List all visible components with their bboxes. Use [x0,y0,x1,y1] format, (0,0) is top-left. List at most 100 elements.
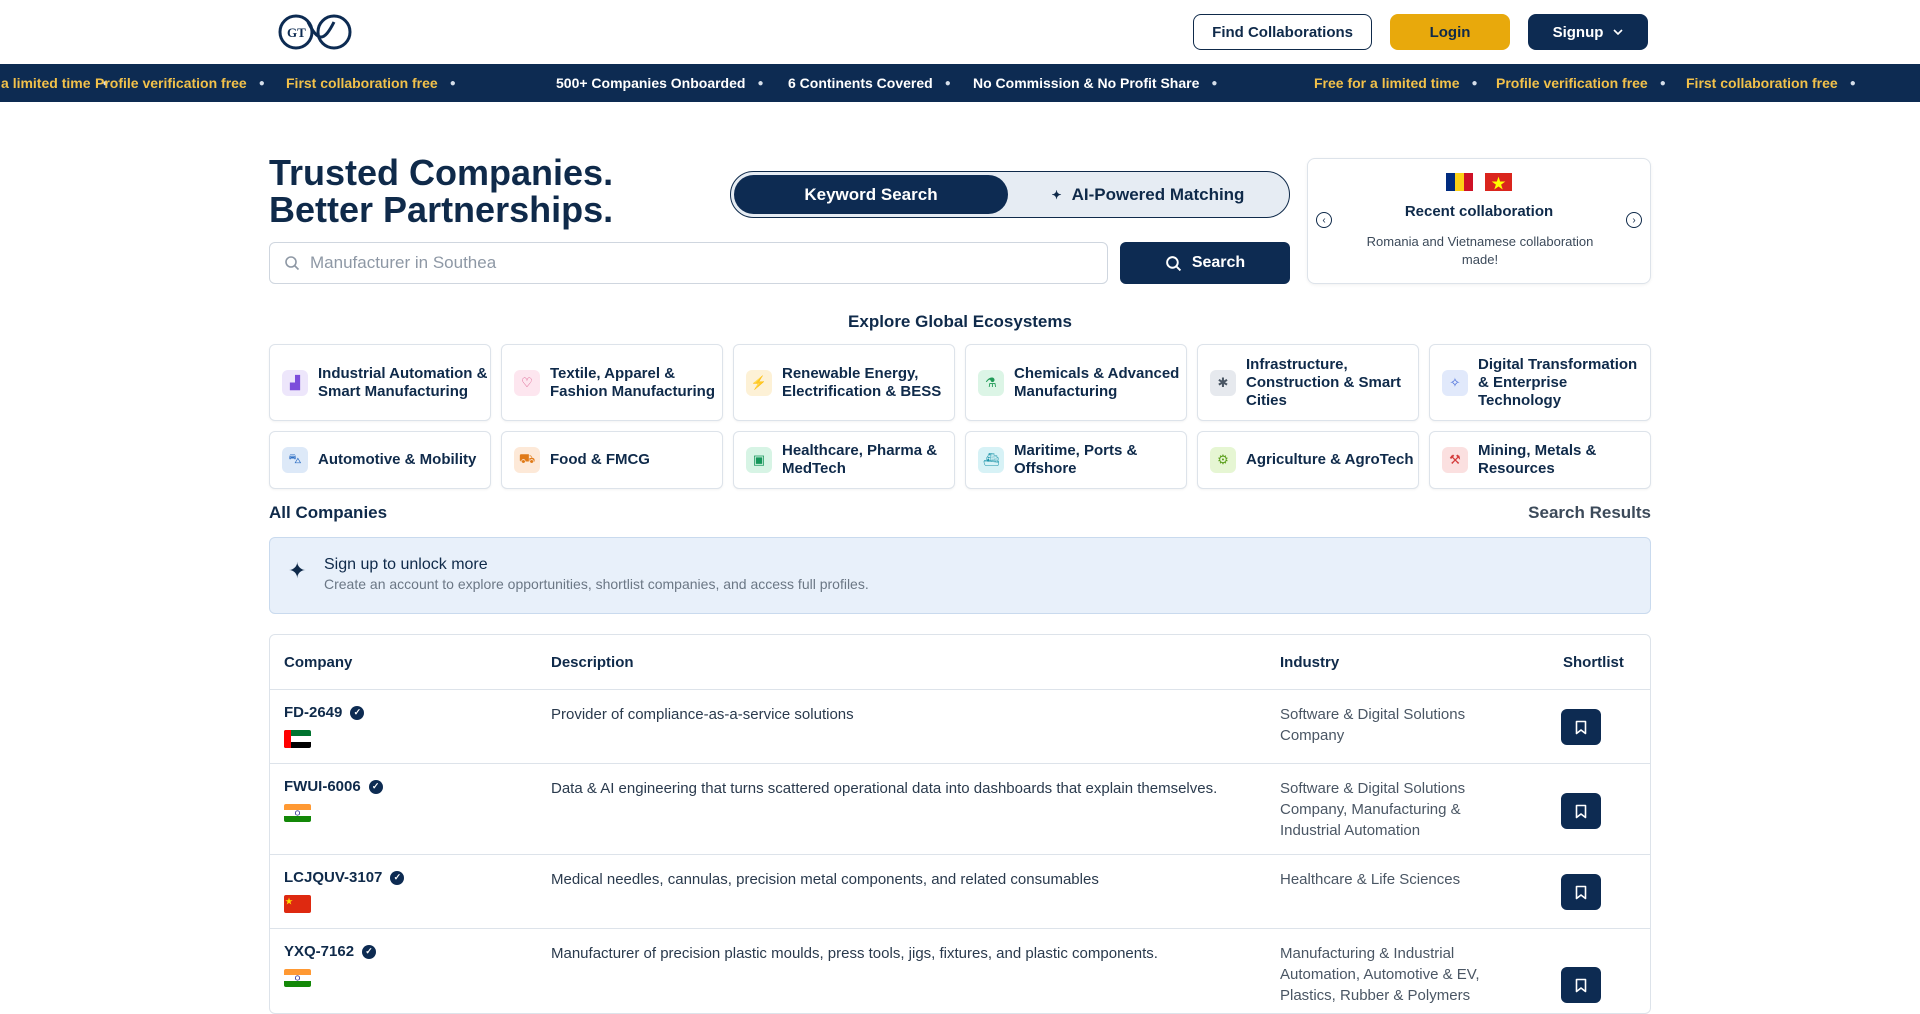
company-name[interactable]: FD-2649 ✓ [284,704,365,721]
announcement-ticker: Free for a limited time● Profile verific… [0,64,1920,102]
country-flag-icon [284,730,311,748]
ecosystem-card-label: Healthcare, Pharma & MedTech [782,442,938,477]
ecosystem-card[interactable]: ✱ Infrastructure, Construction & Smart Ci… [1197,344,1419,421]
bookmark-icon [1575,978,1587,992]
ecosystems-title: Explore Global Ecosystems [848,312,1072,331]
recent-collaboration-title: Recent collaboration [1404,203,1554,220]
carousel-prev-button[interactable]: ‹ [1316,212,1332,228]
factory-icon: ▟ [282,369,308,396]
ecosystem-card[interactable]: ⚙ Agriculture & AgroTech [1197,431,1419,489]
ecosystem-card-label: Maritime, Ports & Offshore [1014,442,1138,477]
svg-text:GT: GT [287,25,306,40]
ecosystem-card-label: Agriculture & AgroTech [1246,451,1414,468]
company-name-text: LCJQUV-3107 [284,869,383,886]
verified-badge-icon: ✓ [390,870,405,885]
find-collaborations-button[interactable]: Find Collaborations [1193,14,1372,50]
brand-logo[interactable]: GT [278,14,352,50]
ecosystem-card-label: Digital Transformation & Enterprise Tech… [1478,355,1638,409]
ecosystem-card-label: Industrial Automation & Smart Manufactur… [318,364,488,400]
company-industry: Software & Digital Solutions Company [1280,706,1466,744]
country-flag-icon [284,804,311,822]
top-navbar: GT Find Collaborations Login Signup [0,0,1920,64]
carousel-next-button[interactable]: › [1626,212,1642,228]
company-description: Manufacturer of precision plastic moulds… [551,945,1158,962]
verified-badge-icon: ✓ [350,705,365,720]
ecosystem-card[interactable]: ♡ Textile, Apparel & Fashion Manufacturin… [501,344,723,421]
unlock-subtitle: Create an account to explore opportuniti… [324,576,869,592]
shortlist-button[interactable] [1561,793,1601,829]
company-name[interactable]: LCJQUV-3107 ✓ [284,869,405,886]
company-name-text: FWUI-6006 [284,778,361,795]
bookmark-icon [1575,804,1587,818]
hero-title-line2: Better Partnerships. [269,189,614,230]
login-button[interactable]: Login [1390,14,1510,50]
hero-title: Trusted Companies. Better Partnerships. [269,154,613,228]
search-icon [1165,255,1181,271]
search-button-label: Search [1191,254,1246,271]
flask-icon: ⚗ [978,369,1004,396]
column-header-shortlist: Shortlist [1563,654,1624,671]
ticker-item: 500+ Companies Onboarded ● [556,75,764,91]
tab-ai-matching[interactable]: ✦ AI-Powered Matching [1011,175,1285,214]
ticker-item: Free for a limited time● [0,75,109,91]
tab-ai-label: AI-Powered Matching [1071,184,1245,204]
column-header-company: Company [284,654,353,671]
tab-keyword-search[interactable]: Keyword Search [734,175,1008,214]
ecosystem-card-label: Renewable Energy, Electrification & BESS [782,364,942,400]
romania-flag [1446,173,1473,191]
ecosystem-card[interactable]: ⛴ Maritime, Ports & Offshore [965,431,1187,489]
shirt-icon: ♡ [514,369,540,396]
recent-collaboration-description: Romania and Vietnamese collaboration mad… [1366,234,1594,267]
table-row[interactable]: LCJQUV-3107 ✓ Medical needles, cannulas, p… [270,855,1650,929]
shortlist-button[interactable] [1561,709,1601,745]
column-header-industry: Industry [1280,654,1340,671]
shortlist-button[interactable] [1561,874,1601,910]
signup-button[interactable]: Signup [1528,14,1648,50]
verified-badge-icon: ✓ [362,944,377,959]
ecosystem-card[interactable]: ✧ Digital Transformation & Enterprise Tec… [1429,344,1651,421]
company-description: Medical needles, cannulas, precision met… [551,871,1099,888]
hero-title-line1: Trusted Companies. [269,152,614,193]
company-description: Data & AI engineering that turns scatter… [551,780,1218,797]
unlock-title: Sign up to unlock more [324,556,488,573]
car-icon: ⛍ [282,447,308,473]
table-row[interactable]: YXQ-7162 ✓ Manufacturer of precision plast… [270,929,1650,1013]
ecosystem-card[interactable]: ▣ Healthcare, Pharma & MedTech [733,431,955,489]
ecosystem-card[interactable]: ⚡ Renewable Energy, Electrification & BES… [733,344,955,421]
ecosystem-card-label: Automotive & Mobility [318,451,477,468]
bookmark-icon [1575,885,1587,899]
company-name-text: YXQ-7162 [284,943,355,960]
ecosystem-card[interactable]: ▟ Industrial Automation & Smart Manufactu… [269,344,491,421]
ticker-item: First collaboration free ● [1686,75,1856,91]
company-name[interactable]: YXQ-7162 ✓ [284,943,377,960]
ecosystem-card-label: Infrastructure, Construction & Smart Cit… [1246,355,1402,409]
ecosystem-card[interactable]: ⛍ Automotive & Mobility [269,431,491,489]
table-header: Company Description Industry Shortlist [270,635,1650,690]
companies-table: Company Description Industry Shortlist F… [269,634,1651,1014]
ticker-item: Profile verification free ● [1496,75,1666,91]
vietnam-flag [1485,173,1512,191]
ship-icon: ⛴ [978,447,1004,473]
search-results-label: Search Results [1528,503,1651,522]
ecosystem-card[interactable]: ⚒ Mining, Metals & Resources [1429,431,1651,489]
pickaxe-icon: ⚒ [1442,447,1468,473]
table-row[interactable]: FD-2649 ✓ Provider of compliance-as-a-serv… [270,690,1650,764]
company-industry: Software & Digital Solutions Company, Ma… [1280,780,1466,839]
table-row[interactable]: FWUI-6006 ✓ Data & AI engineering that tur… [270,764,1650,855]
search-button[interactable]: Search [1120,242,1290,284]
country-flag-icon [284,969,311,987]
search-input[interactable] [310,253,1090,273]
shortlist-button[interactable] [1561,967,1601,1003]
sparkle-icon: ✧ [1442,369,1468,396]
company-industry: Healthcare & Life Sciences [1280,871,1461,888]
ecosystem-card-label: Textile, Apparel & Fashion Manufacturing [550,364,715,400]
ecosystem-card-label: Chemicals & Advanced Manufacturing [1014,364,1180,400]
bolt-icon: ⚡ [746,369,772,396]
ecosystem-card[interactable]: ⚗ Chemicals & Advanced Manufacturing [965,344,1187,421]
bookmark-icon [1575,720,1587,734]
signup-unlock-banner: ✦ Sign up to unlock more Create an accou… [269,537,1651,614]
company-name[interactable]: FWUI-6006 ✓ [284,778,383,795]
sparkle-icon: ✦ [1051,187,1062,202]
ecosystem-card[interactable]: ⛟ Food & FMCG [501,431,723,489]
company-description: Provider of compliance-as-a-service solu… [551,706,854,723]
